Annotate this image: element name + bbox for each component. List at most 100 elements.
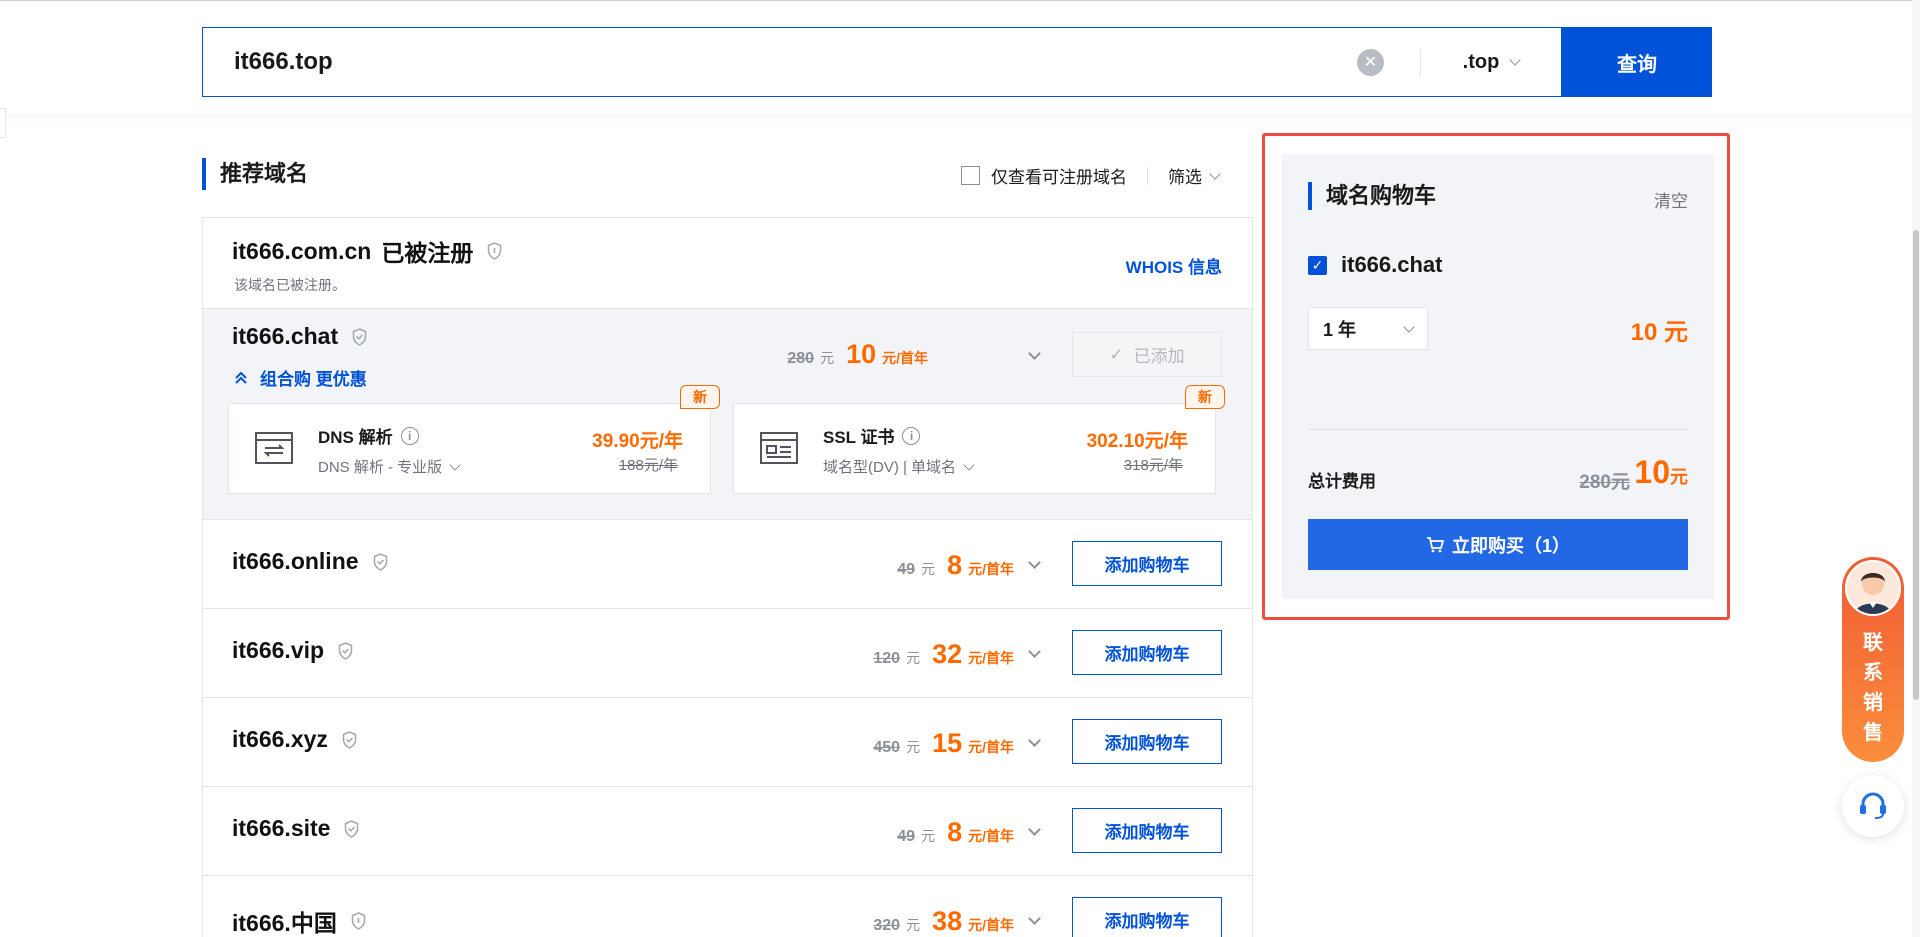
chevron-down-icon[interactable]	[1028, 912, 1041, 925]
domain-name: it666.com.cn 已被注册	[232, 234, 502, 268]
search-box: it666.top ✕ .top	[202, 27, 1562, 97]
addon-option[interactable]: 域名型(DV) | 单域名	[823, 456, 975, 477]
section-title: 推荐域名	[202, 158, 308, 190]
new-price: 10	[846, 339, 877, 369]
addon-title: DNS 解析 i	[318, 423, 419, 448]
chevron-down-icon[interactable]	[1028, 645, 1041, 658]
tld-select[interactable]: .top	[1421, 51, 1561, 74]
divider	[1308, 429, 1688, 430]
domain-row-expanded: it666.chat 组合购 更优惠 280 元 10 元/首年 ✓ 已添加 新…	[203, 309, 1252, 520]
only-available-checkbox[interactable]	[961, 166, 980, 185]
info-icon[interactable]: i	[400, 426, 419, 445]
check-icon: ✓	[1109, 344, 1124, 364]
buy-now-button[interactable]: 立即购买（1）	[1308, 519, 1688, 570]
domain-name-text: it666.com.cn	[232, 237, 372, 264]
filter-bar: 仅查看可注册域名 筛选	[961, 163, 1221, 188]
price: 320 元 38 元/首年	[873, 906, 1014, 937]
dns-icon	[255, 432, 293, 464]
domain-row-registered: it666.com.cn 已被注册 该域名已被注册。 WHOIS 信息	[203, 218, 1252, 309]
only-available-label[interactable]: 仅查看可注册域名	[991, 163, 1127, 188]
chevron-down-icon[interactable]	[1028, 347, 1041, 360]
left-edge-tab[interactable]	[0, 108, 6, 138]
registered-status: 已被注册	[381, 240, 474, 266]
shield-icon[interactable]	[352, 327, 367, 346]
add-to-cart-button[interactable]: 添加购物车	[1072, 719, 1222, 764]
addon-option[interactable]: DNS 解析 - 专业版	[318, 456, 461, 477]
price: 49 元 8 元/首年	[897, 817, 1014, 848]
old-price-unit: 元	[921, 561, 936, 577]
search-button[interactable]: 查询	[1562, 27, 1712, 97]
combo-toggle[interactable]: 组合购 更优惠	[234, 365, 367, 390]
addon-card-dns[interactable]: 新 DNS 解析 i DNS 解析 - 专业版 39.90元/年 188元/年	[228, 385, 720, 494]
info-icon[interactable]: i	[902, 426, 921, 445]
addon-price: 302.10元/年	[1086, 431, 1188, 452]
chevron-down-icon[interactable]	[1028, 734, 1041, 747]
shield-icon[interactable]	[351, 912, 366, 930]
old-price: 280	[787, 350, 815, 367]
year-select-value: 1 年	[1323, 319, 1357, 340]
domain-name-text: it666.vip	[232, 637, 325, 663]
new-price-unit: 元/首年	[968, 561, 1014, 577]
cart-icon	[1426, 536, 1444, 552]
year-select[interactable]: 1 年	[1308, 307, 1428, 350]
old-price: 320	[873, 917, 901, 934]
addon-title: SSL 证书 i	[823, 423, 921, 448]
old-price: 450	[873, 739, 901, 756]
whois-link[interactable]: WHOIS 信息	[1126, 253, 1222, 278]
search-input[interactable]: it666.top	[203, 28, 1357, 96]
domain-name: it666.vip	[232, 637, 353, 664]
top-search-bar: it666.top ✕ .top 查询	[0, 0, 1920, 114]
added-label: 已添加	[1133, 347, 1185, 366]
support-headset-button[interactable]	[1842, 775, 1904, 837]
domain-row: it666.中国 320 元 38 元/首年 添加购物车	[203, 876, 1252, 937]
old-price-unit: 元	[906, 739, 921, 755]
addon-card-ssl[interactable]: 新 SSL 证书 i 域名型(DV) | 单域名 302.10元/年 318元/…	[733, 385, 1225, 494]
old-price: 49	[897, 561, 916, 578]
domain-name-text: it666.chat	[232, 323, 339, 349]
cart-item-name: it666.chat	[1341, 252, 1443, 277]
contact-sales-label: 联系销售	[1842, 628, 1904, 748]
clear-icon[interactable]: ✕	[1357, 48, 1384, 76]
certificate-icon	[760, 432, 798, 464]
domain-name-text: it666.online	[232, 548, 359, 574]
shield-icon[interactable]	[342, 730, 357, 749]
add-to-cart-button[interactable]: 添加购物车	[1072, 630, 1222, 675]
addon-title-text: SSL 证书	[823, 428, 895, 447]
combo-label: 组合购 更优惠	[260, 370, 367, 389]
addon-option-text: DNS 解析 - 专业版	[318, 459, 443, 476]
cart-item-price: 10 元	[1630, 319, 1688, 346]
shield-icon[interactable]	[487, 242, 502, 260]
contact-sales-button[interactable]: 联系销售	[1842, 557, 1904, 762]
domain-name: it666.中国	[232, 904, 366, 937]
shield-icon[interactable]	[338, 641, 353, 660]
add-to-cart-button[interactable]: 添加购物车	[1072, 897, 1222, 937]
headset-icon	[1860, 792, 1886, 819]
page-scrollbar-thumb[interactable]	[1913, 230, 1919, 700]
shield-icon[interactable]	[373, 552, 388, 571]
new-price: 8	[947, 550, 963, 580]
old-price-unit: 元	[820, 350, 835, 366]
chevron-down-icon[interactable]	[1028, 823, 1041, 836]
clear-cart-button[interactable]: 清空	[1654, 187, 1688, 212]
addon-old-price: 188元/年	[618, 457, 678, 474]
old-price-unit: 元	[906, 917, 921, 933]
domain-row: it666.xyz 450 元 15 元/首年 添加购物车	[203, 698, 1252, 787]
price: 450 元 15 元/首年	[873, 728, 1014, 759]
filter-dropdown[interactable]: 筛选	[1168, 163, 1202, 188]
chevron-down-icon[interactable]	[1028, 556, 1041, 569]
new-price-unit: 元/首年	[968, 917, 1014, 933]
chevron-down-icon	[1403, 320, 1415, 333]
add-to-cart-button[interactable]: 添加购物车	[1072, 541, 1222, 586]
new-price-unit: 元/首年	[968, 739, 1014, 755]
shield-icon[interactable]	[344, 819, 359, 838]
domain-row: it666.vip 120 元 32 元/首年 添加购物车	[203, 609, 1252, 698]
domain-name: it666.online	[232, 548, 388, 575]
new-price: 8	[947, 817, 963, 847]
addon-price: 39.90元/年	[592, 431, 683, 452]
chevron-double-up-icon	[235, 371, 247, 384]
total-price-value: 10	[1634, 454, 1670, 490]
add-to-cart-button[interactable]: 添加购物车	[1072, 808, 1222, 853]
addon-title-text: DNS 解析	[318, 428, 393, 447]
new-price-unit: 元/首年	[968, 650, 1014, 666]
cart-item-checkbox[interactable]: ✓	[1308, 255, 1327, 275]
